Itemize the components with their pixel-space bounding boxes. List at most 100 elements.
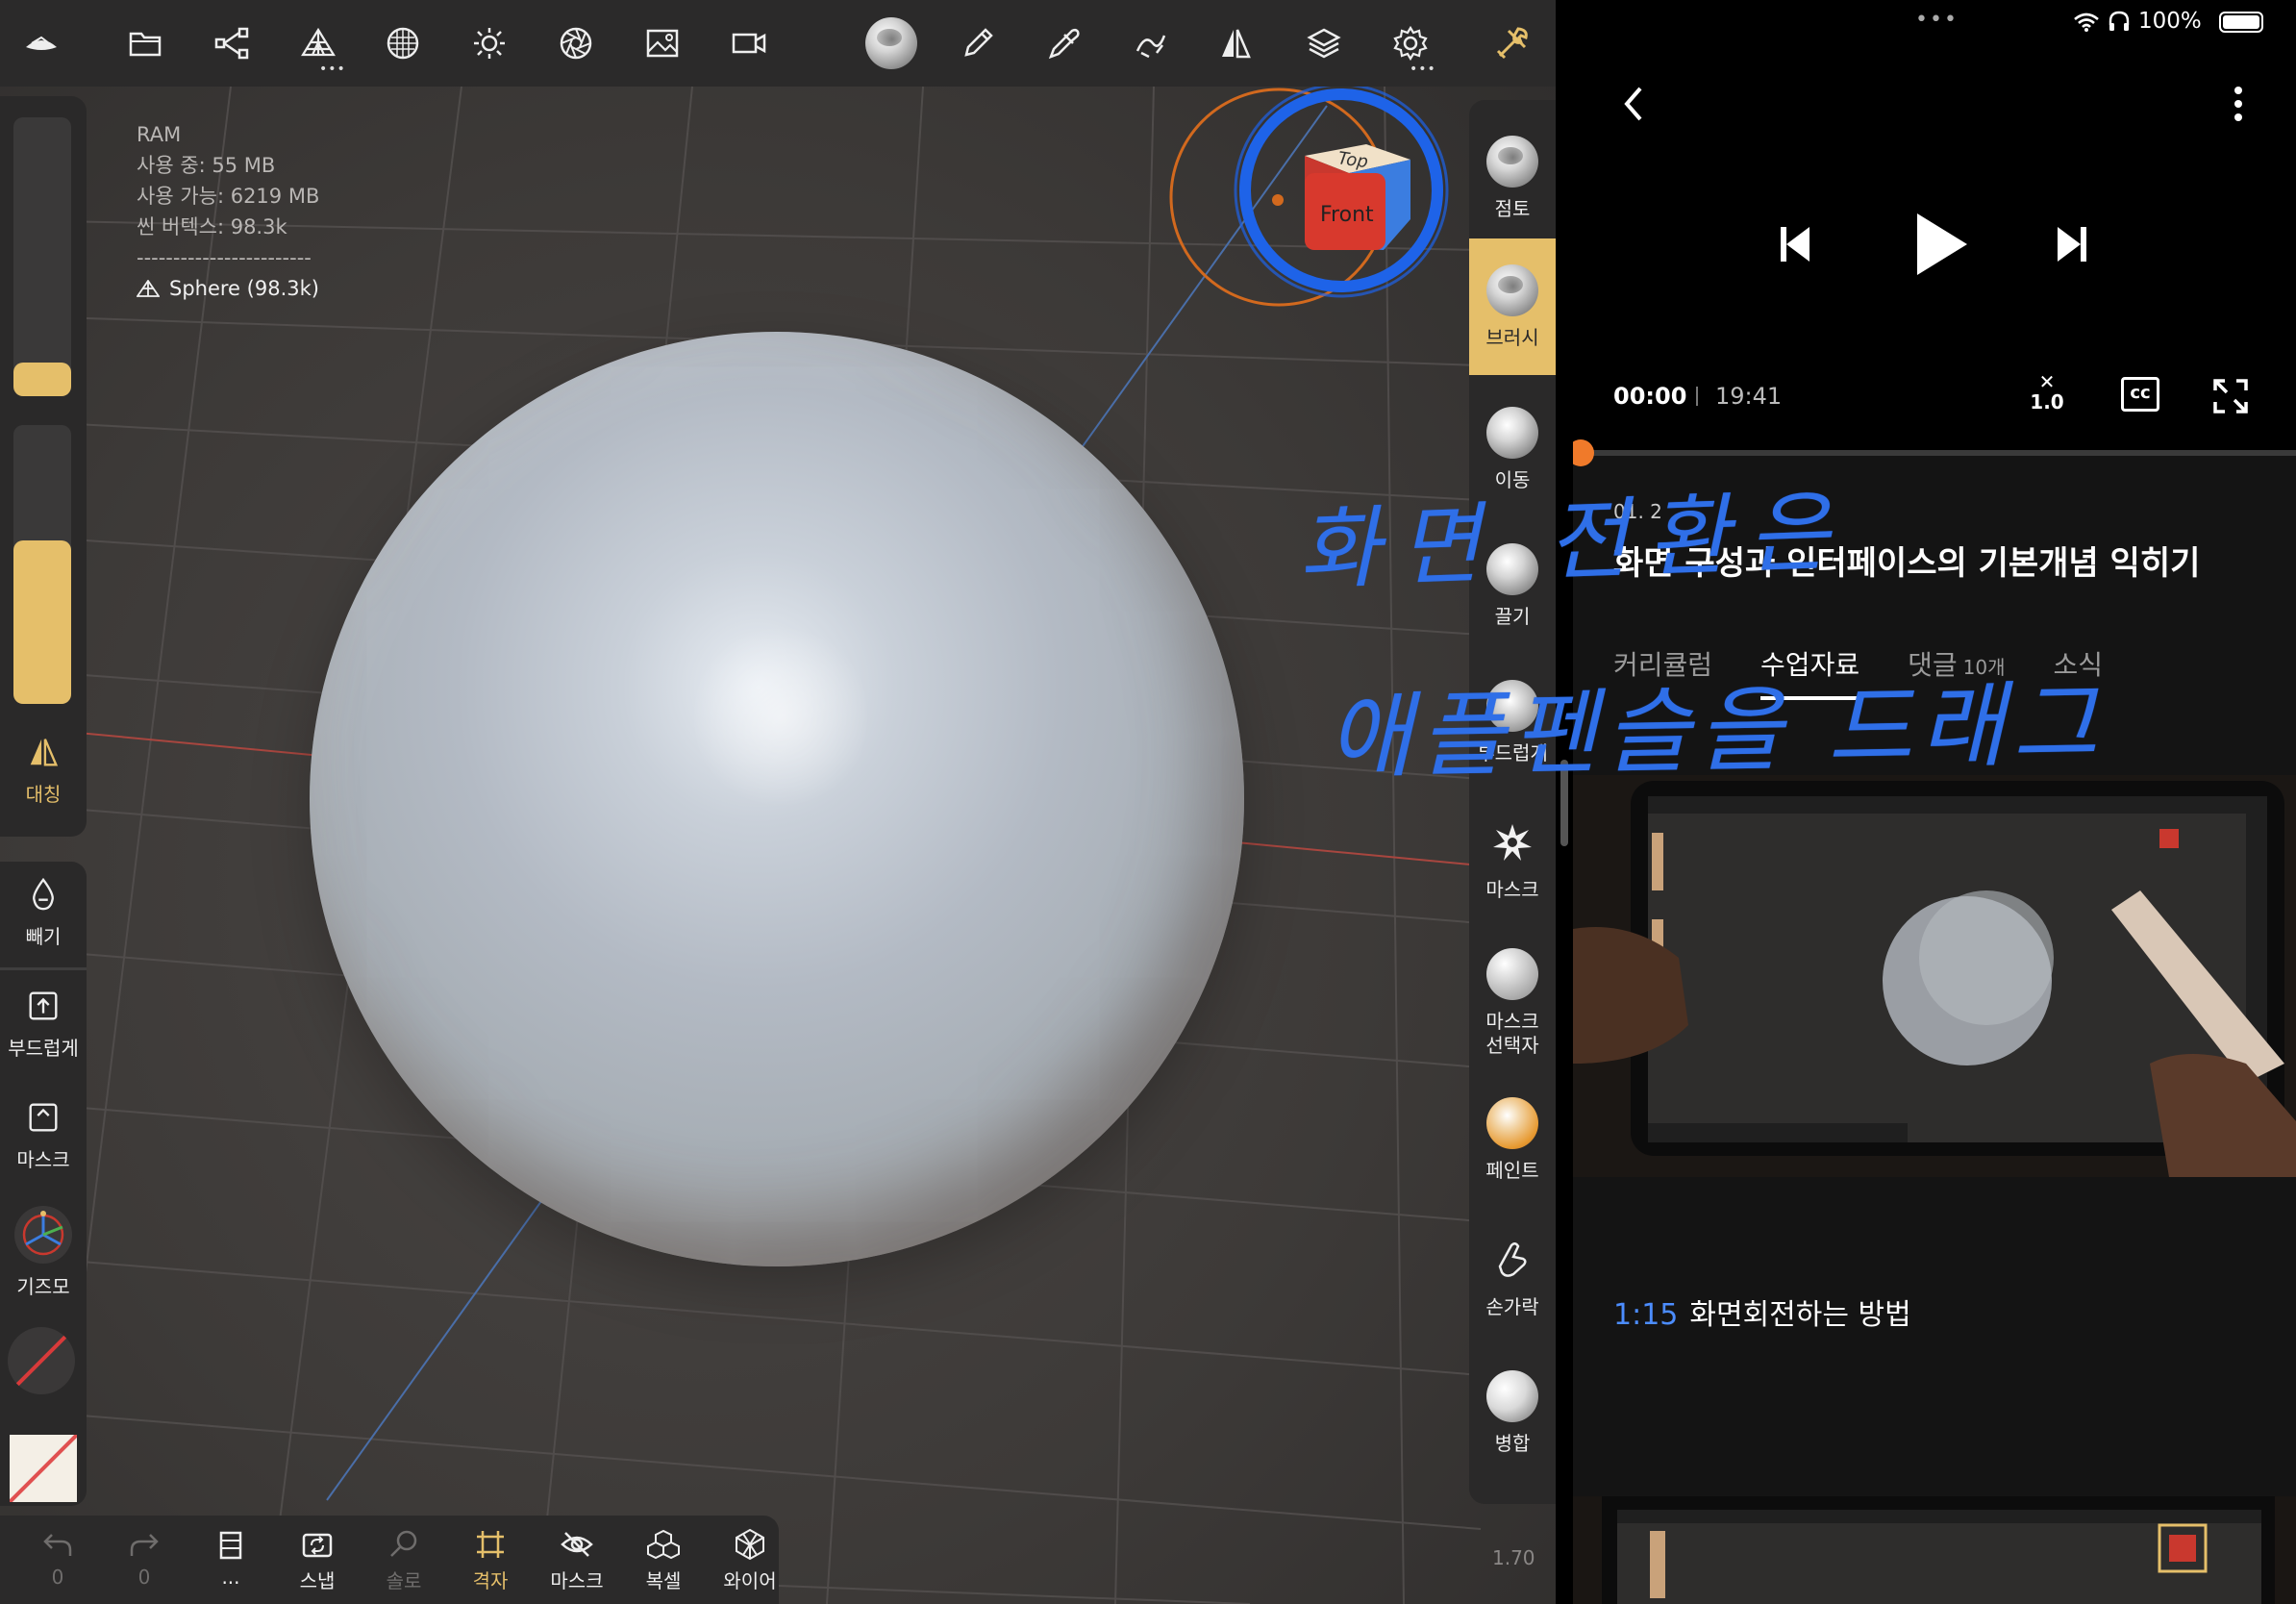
tool-mask-selector[interactable]: 마스크 선택자 [1469, 935, 1556, 1071]
more-vertical-icon[interactable] [2233, 85, 2244, 123]
settings-more: ••• [1410, 62, 1436, 77]
topology-more: ••• [319, 62, 346, 77]
tab-curriculum[interactable]: 커리큘럼 [1613, 644, 1712, 700]
color-swatch-round[interactable] [8, 1327, 75, 1394]
sphere-mesh[interactable] [310, 332, 1244, 1266]
paint-ball-icon [1486, 1096, 1538, 1149]
speed-x-icon: ✕ [2038, 370, 2056, 393]
tool-label: 마스크 선택자 [1485, 1010, 1539, 1057]
intensity-slider-fill [13, 540, 71, 704]
mask-label: 마스크 [16, 1148, 70, 1171]
undo-count: 0 [51, 1566, 64, 1589]
video-camera-icon[interactable] [723, 17, 775, 69]
voxel-button[interactable]: 복셀 [625, 1527, 702, 1593]
ipad-photo [1573, 775, 2296, 1177]
tab-comments[interactable]: 댓글 10개 [1908, 644, 2005, 700]
view-gizmo[interactable]: Top Front [1159, 77, 1466, 327]
redo-button[interactable]: 0 [106, 1527, 183, 1589]
tool-label: 점토 [1494, 196, 1531, 220]
skip-next-icon[interactable] [2056, 225, 2088, 263]
tool-clay[interactable]: 점토 [1469, 110, 1556, 246]
top-toolbar: ••• ••• [0, 0, 1556, 87]
symmetry-icon[interactable] [1210, 17, 1261, 69]
radius-slider-fill [13, 363, 71, 396]
nomad-logo-icon[interactable] [15, 17, 67, 69]
tool-mask[interactable]: 마스크 [1469, 790, 1556, 927]
multitask-dots[interactable]: ••• [1915, 8, 1959, 32]
battery-icon [2219, 12, 2263, 33]
timestamp-time[interactable]: 1:15 [1613, 1298, 1678, 1332]
captions-button[interactable]: cc [2121, 377, 2159, 412]
back-chevron-icon[interactable] [1619, 85, 1648, 123]
tool-paint[interactable]: 페인트 [1469, 1071, 1556, 1208]
subtract-label: 빼기 [25, 925, 62, 948]
play-icon[interactable] [1915, 212, 1969, 277]
gizmo-label: 기즈모 [16, 1275, 70, 1298]
mask-visibility-label: 마스크 [550, 1569, 604, 1592]
material-icon[interactable] [377, 17, 429, 69]
gizmo-axis-dot [1272, 194, 1284, 206]
tool-drag[interactable]: 끌기 [1469, 517, 1556, 654]
radius-slider[interactable] [13, 117, 71, 396]
mask-visibility-button[interactable]: 마스크 [538, 1527, 615, 1593]
tools-wrench-icon[interactable] [1486, 17, 1538, 69]
video-player[interactable]: 00:00 19:41 ✕ 1.0 cc [1573, 46, 2296, 450]
tab-news[interactable]: 소식 [2053, 644, 2103, 700]
solo-button[interactable]: 솔로 [365, 1527, 442, 1593]
wireframe-button[interactable]: 와이어 [711, 1527, 788, 1593]
undo-button[interactable]: 0 [19, 1527, 96, 1589]
light-icon[interactable] [463, 17, 515, 69]
symmetry-label: 대칭 [25, 783, 62, 806]
eyedropper-icon[interactable] [1038, 17, 1090, 69]
smooth-toggle[interactable]: 부드럽게 [0, 985, 87, 1061]
history-button[interactable]: ... [192, 1527, 269, 1589]
left-sidebar: 대칭 빼기 부드럽게 마스크 기즈모 [0, 96, 87, 1510]
tool-label: 브러시 [1485, 325, 1539, 349]
tool-label: 끌기 [1494, 604, 1531, 628]
fullscreen-icon[interactable] [2211, 377, 2250, 415]
current-brush-icon[interactable] [865, 17, 917, 69]
grid-button[interactable]: 격자 [452, 1527, 529, 1593]
speed-button[interactable]: ✕ 1.0 [2025, 370, 2069, 417]
mesh-entry[interactable]: Sphere (98.3k) [137, 273, 319, 304]
sculpt-tools-column: 점토 브러시 이동 끌기 부드럽게 마스크 마스크 선택자 페인트 손가락 병합 [1469, 100, 1556, 1504]
skip-previous-icon[interactable] [1779, 225, 1811, 263]
camera-aperture-icon[interactable] [550, 17, 602, 69]
tool-finger[interactable]: 손가락 [1469, 1208, 1556, 1344]
lesson-title: 화면 구성과 인터페이스의 기본개념 익히기 [1613, 544, 2201, 583]
current-time: 00:00 [1613, 383, 1687, 410]
smooth-label: 부드럽게 [8, 1037, 79, 1060]
split-handle[interactable] [1560, 760, 1568, 846]
progress-handle[interactable] [1573, 439, 1594, 466]
timestamp-link[interactable]: 1:15 화면회전하는 방법 [1613, 1291, 1911, 1333]
tool-merge[interactable]: 병합 [1469, 1344, 1556, 1481]
snap-button[interactable]: 스냅 [279, 1527, 356, 1593]
tab-materials[interactable]: 수업자료 [1760, 644, 1860, 700]
folder-icon[interactable] [119, 17, 171, 69]
tool-brush[interactable]: 브러시 [1469, 238, 1556, 375]
voxel-cubes-icon [647, 1529, 680, 1560]
duration: 19:41 [1715, 383, 1783, 410]
mask-toggle[interactable]: 마스크 [0, 1096, 87, 1172]
material-thumbnail[interactable] [1573, 775, 2296, 1177]
color-swatch-square[interactable] [10, 1435, 77, 1502]
undo-icon [43, 1534, 72, 1556]
layers-icon[interactable] [1298, 17, 1350, 69]
tool-options-panel [0, 862, 87, 1506]
subtract-toggle[interactable]: 빼기 [0, 873, 87, 949]
tool-smooth[interactable]: 부드럽게 [1469, 654, 1556, 790]
symmetry-toggle[interactable]: 대칭 [0, 731, 87, 807]
wireframe-icon [736, 1528, 764, 1561]
split-divider[interactable] [1556, 0, 1573, 1604]
ram-available: 사용 가능: 6219 MB [137, 185, 320, 208]
tool-move[interactable]: 이동 [1469, 381, 1556, 517]
pencil-icon[interactable] [952, 17, 1004, 69]
video-progress-bar[interactable] [1573, 439, 2296, 466]
tool-label: 병합 [1494, 1431, 1531, 1455]
stroke-icon[interactable] [1125, 17, 1177, 69]
gizmo-toggle[interactable]: 기즈모 [0, 1204, 87, 1299]
image-icon[interactable] [636, 17, 688, 69]
ram-used: 사용 중: 55 MB [137, 154, 276, 177]
material-thumbnail-2[interactable] [1573, 1496, 2296, 1604]
scene-graph-icon[interactable] [206, 17, 258, 69]
